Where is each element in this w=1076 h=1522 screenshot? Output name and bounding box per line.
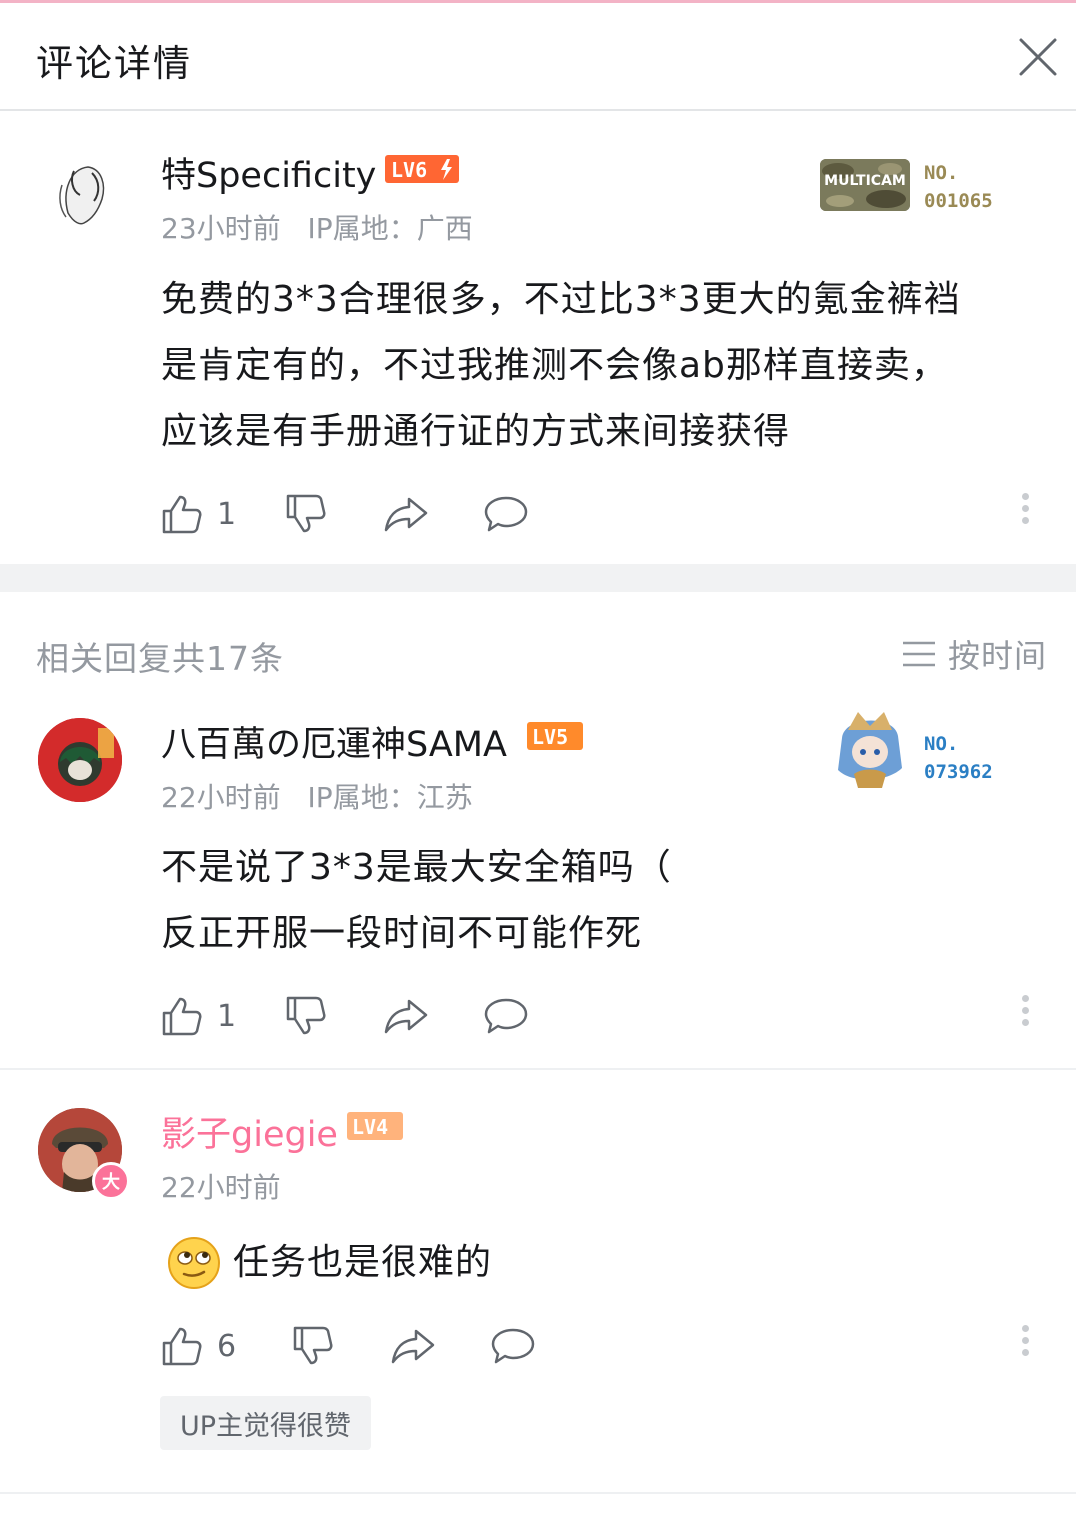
- like-count: 1: [217, 496, 237, 532]
- share-button[interactable]: [383, 994, 429, 1038]
- chat-bubble-icon: [491, 1328, 535, 1364]
- username[interactable]: 影子giegie: [161, 1106, 338, 1157]
- comment-meta: 23小时前 IP属地：广西: [161, 207, 491, 247]
- comment-time: 22小时前: [161, 781, 281, 814]
- avatar[interactable]: [40, 151, 124, 235]
- share-button[interactable]: [383, 492, 429, 536]
- more-options-icon[interactable]: [1010, 488, 1040, 532]
- rolling-eyes-emoji-icon: [168, 1237, 220, 1289]
- like-button[interactable]: 1: [161, 994, 236, 1038]
- more-options-icon[interactable]: [1010, 990, 1040, 1034]
- username[interactable]: 特Specificity: [161, 147, 376, 198]
- thumbs-down-icon: [286, 996, 326, 1035]
- dislike-button[interactable]: [285, 994, 327, 1038]
- reply-item: 八百萬の厄運神SAMA LV5 22小时前 IP属地：江苏 NO. 073962…: [0, 700, 1076, 1068]
- chat-bubble-icon: [484, 496, 528, 532]
- level-icon: LV5: [527, 722, 583, 750]
- dislike-button[interactable]: [285, 492, 327, 536]
- badge-label: MULTICAM: [824, 173, 906, 189]
- svg-text:LV5: LV5: [532, 725, 568, 749]
- username[interactable]: 八百萬の厄運神SAMA: [161, 716, 507, 767]
- thumbs-down-icon: [286, 494, 326, 533]
- menu-lines-icon: [903, 641, 935, 667]
- chat-bubble-icon: [484, 998, 528, 1034]
- like-count: 1: [217, 998, 237, 1034]
- vip-badge: 大: [92, 1162, 130, 1200]
- comment-time: 22小时前: [161, 1171, 281, 1204]
- dislike-button[interactable]: [292, 1324, 334, 1368]
- page-title: 评论详情: [36, 42, 192, 85]
- divider: [0, 1068, 1076, 1070]
- header-bar: 评论详情: [0, 3, 1076, 111]
- badge-number: NO. 073962: [924, 733, 993, 783]
- comment-meta: 22小时前 IP属地：江苏: [161, 776, 491, 816]
- level-icon: LV4: [347, 1112, 403, 1140]
- sort-toggle[interactable]: 按时间: [902, 632, 1047, 676]
- ip-location: IP属地：江苏: [307, 781, 473, 814]
- thumbs-up-icon: [162, 1327, 202, 1366]
- thumbs-up-icon: [162, 997, 202, 1036]
- up-liked-tag: UP主觉得很赞: [160, 1396, 371, 1450]
- reply-button[interactable]: [483, 492, 529, 536]
- comment-actions: 6: [161, 1324, 1041, 1368]
- svg-text:LV6: LV6: [391, 158, 427, 182]
- like-count: 6: [217, 1328, 237, 1364]
- share-icon: [384, 999, 428, 1034]
- share-button[interactable]: [390, 1324, 436, 1368]
- fan-badge[interactable]: [828, 708, 912, 792]
- badge-number: NO. 001065: [924, 162, 993, 212]
- reply-button[interactable]: [483, 994, 529, 1038]
- level-icon: LV6: [385, 155, 459, 183]
- fan-badge[interactable]: MULTICAM: [820, 159, 910, 211]
- comment-text: 任务也是很难的: [161, 1230, 1041, 1296]
- comment-meta: 22小时前: [161, 1166, 299, 1206]
- section-gap: [0, 564, 1076, 592]
- like-button[interactable]: 1: [161, 492, 236, 536]
- ip-location: IP属地：广西: [307, 212, 473, 245]
- share-icon: [384, 497, 428, 532]
- comment-actions: 1: [161, 994, 1041, 1038]
- comment-text: 不是说了3*3是最大安全箱吗（ 反正开服一段时间不可能作死: [161, 847, 672, 954]
- avatar[interactable]: [38, 718, 122, 802]
- replies-count-title: 相关回复共17条: [36, 639, 284, 678]
- thumbs-down-icon: [293, 1326, 333, 1365]
- svg-text:LV4: LV4: [352, 1115, 388, 1139]
- close-icon[interactable]: [1016, 35, 1060, 79]
- reply-button[interactable]: [490, 1324, 536, 1368]
- comment-actions: 1: [161, 492, 1041, 536]
- comment-time: 23小时前: [161, 212, 281, 245]
- comment-text: 免费的3*3合理很多，不过比3*3更大的氪金裤裆 是肯定有的，不过我推测不会像a…: [161, 279, 961, 452]
- more-options-icon[interactable]: [1010, 1320, 1040, 1364]
- divider: [0, 1492, 1076, 1494]
- thumbs-up-icon: [162, 495, 202, 534]
- main-comment: 特Specificity LV6 23小时前 IP属地：广西 MULTICAM …: [0, 111, 1076, 564]
- like-button[interactable]: 6: [161, 1324, 236, 1368]
- sort-label: 按时间: [948, 637, 1048, 675]
- share-icon: [391, 1329, 435, 1364]
